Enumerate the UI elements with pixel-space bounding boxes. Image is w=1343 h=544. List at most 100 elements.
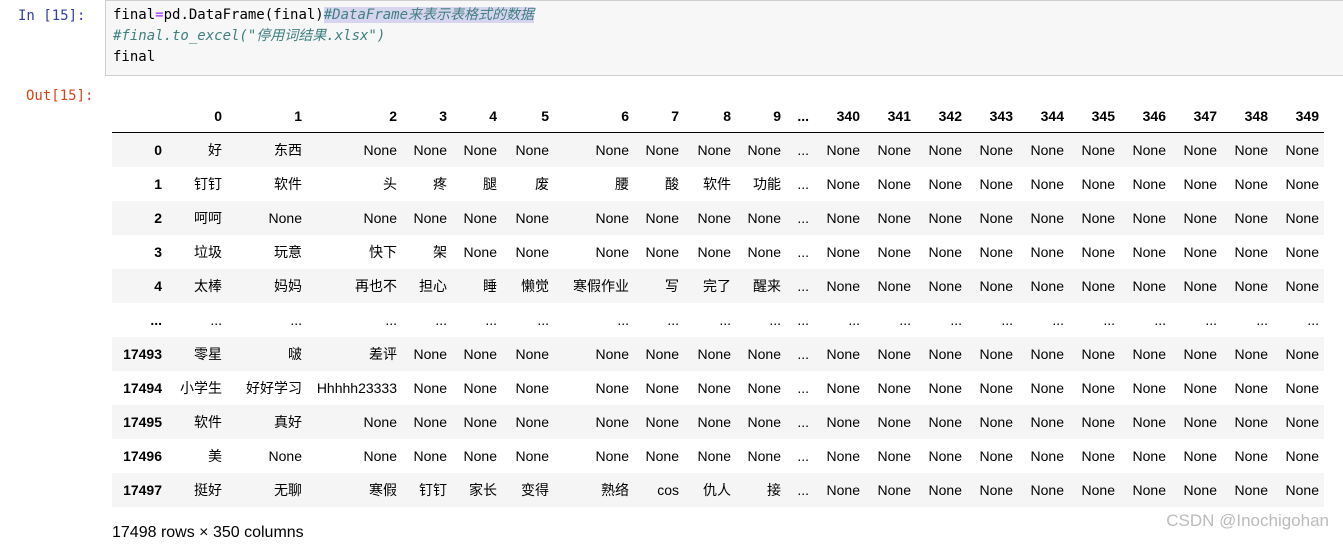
table-cell: 功能 — [753, 176, 781, 192]
table-cell: None — [515, 142, 549, 158]
table-cell: ... — [797, 142, 809, 158]
row-index: 1 — [154, 176, 162, 192]
table-row: 2 呵呵 None None None None None None None None None.… — [112, 201, 1324, 235]
table-cell: None — [1234, 448, 1268, 464]
table-cell: None — [979, 482, 1013, 498]
table-cell: None — [697, 346, 731, 362]
column-header: 346 — [1120, 100, 1171, 133]
table-cell: None — [1183, 346, 1217, 362]
table-cell: None — [413, 448, 447, 464]
table-cell: None — [826, 176, 860, 192]
table-cell: 腿 — [483, 176, 497, 192]
table-cell: None — [1234, 380, 1268, 396]
table-cell: Hhhhh23333 — [316, 380, 397, 396]
table-cell: 无聊 — [274, 482, 302, 498]
table-cell: None — [747, 346, 781, 362]
table-cell: None — [645, 448, 679, 464]
table-cell: None — [1081, 142, 1115, 158]
table-cell: 寒假作业 — [573, 278, 629, 294]
column-header: 344 — [1018, 100, 1069, 133]
row-index: 0 — [154, 142, 162, 158]
table-cell: None — [645, 244, 679, 260]
table-cell: None — [463, 380, 497, 396]
column-header: 2 — [307, 100, 402, 133]
table-cell: None — [877, 414, 911, 430]
table-cell: None — [595, 448, 629, 464]
table-cell: 玩意 — [274, 244, 302, 260]
table-cell: None — [1183, 210, 1217, 226]
table-cell: None — [515, 210, 549, 226]
table-cell: 疼 — [433, 176, 447, 192]
table-cell: None — [928, 380, 962, 396]
column-header: 0 — [167, 100, 227, 133]
table-row: 0 好 东西 None None None None None None None None... N… — [112, 132, 1324, 167]
table-cell: None — [645, 414, 679, 430]
column-header: 6 — [554, 100, 634, 133]
code-text: pd.DataFrame(final) — [163, 7, 324, 23]
table-cell: None — [515, 346, 549, 362]
table-cell: None — [363, 448, 397, 464]
table-cell: None — [463, 346, 497, 362]
table-cell: None — [515, 414, 549, 430]
table-cell: None — [928, 482, 962, 498]
table-cell: None — [1132, 448, 1166, 464]
table-cell: None — [1234, 142, 1268, 158]
table-cell: 好好学习 — [246, 380, 302, 396]
table-cell: None — [595, 210, 629, 226]
column-header: 9 — [736, 100, 786, 133]
table-cell: None — [979, 380, 1013, 396]
table-cell: None — [979, 176, 1013, 192]
table-cell: 妈妈 — [274, 278, 302, 294]
table-cell: 钉钉 — [194, 176, 222, 192]
input-prompt: In [15]: — [18, 8, 86, 24]
table-cell: None — [1234, 244, 1268, 260]
table-cell: None — [697, 448, 731, 464]
table-cell: None — [515, 448, 549, 464]
table-cell: None — [1081, 346, 1115, 362]
table-cell: cos — [657, 482, 679, 498]
table-cell: None — [1234, 482, 1268, 498]
table-cell: 软件 — [194, 414, 222, 430]
table-cell: None — [645, 210, 679, 226]
table-cell: None — [413, 380, 447, 396]
table-cell: None — [747, 414, 781, 430]
table-cell: 酸 — [665, 176, 679, 192]
table-row: 4 太棒 妈妈 再也不 担心 睡 懒觉 寒假作业 写 完了 醒来... None None None Non… — [112, 269, 1324, 303]
table-row: 17494 小学生 好好学习 Hhhhh23333 None None None None No… — [112, 371, 1324, 405]
dataframe-shape-label: 17498 rows × 350 columns — [112, 524, 304, 541]
table-row: 1 钉钉 软件 头 疼 腿 废 腰 酸 软件 功能... None None None None None No… — [112, 167, 1324, 201]
table-cell: 零星 — [194, 346, 222, 362]
table-cell: None — [747, 142, 781, 158]
table-cell: None — [463, 414, 497, 430]
table-cell: ... — [1154, 312, 1166, 328]
table-cell: None — [877, 176, 911, 192]
table-cell: 软件 — [274, 176, 302, 192]
table-cell: None — [1234, 414, 1268, 430]
table-cell: 接 — [767, 482, 781, 498]
column-header: 4 — [452, 100, 502, 133]
table-cell: None — [1183, 380, 1217, 396]
row-index: 17497 — [123, 482, 162, 498]
row-index: ... — [150, 312, 162, 328]
row-index: 3 — [154, 244, 162, 260]
table-cell: None — [463, 210, 497, 226]
table-cell: None — [1132, 278, 1166, 294]
table-cell: ... — [1205, 312, 1217, 328]
table-cell: None — [595, 142, 629, 158]
table-cell: 快下 — [369, 244, 397, 260]
table-cell: None — [928, 244, 962, 260]
table-cell: ... — [797, 448, 809, 464]
table-cell: None — [1285, 244, 1319, 260]
table-cell: None — [1234, 346, 1268, 362]
table-cell: None — [595, 244, 629, 260]
table-cell: None — [928, 142, 962, 158]
table-cell: None — [1234, 176, 1268, 192]
code-cell-editor[interactable]: final=pd.DataFrame(final)#DataFrame来表示表格… — [105, 0, 1343, 76]
table-cell: None — [697, 142, 731, 158]
table-cell: None — [697, 210, 731, 226]
table-cell: ... — [950, 312, 962, 328]
table-cell: None — [979, 210, 1013, 226]
table-cell: None — [826, 346, 860, 362]
table-cell: ... — [797, 346, 809, 362]
table-cell: ... — [210, 312, 222, 328]
